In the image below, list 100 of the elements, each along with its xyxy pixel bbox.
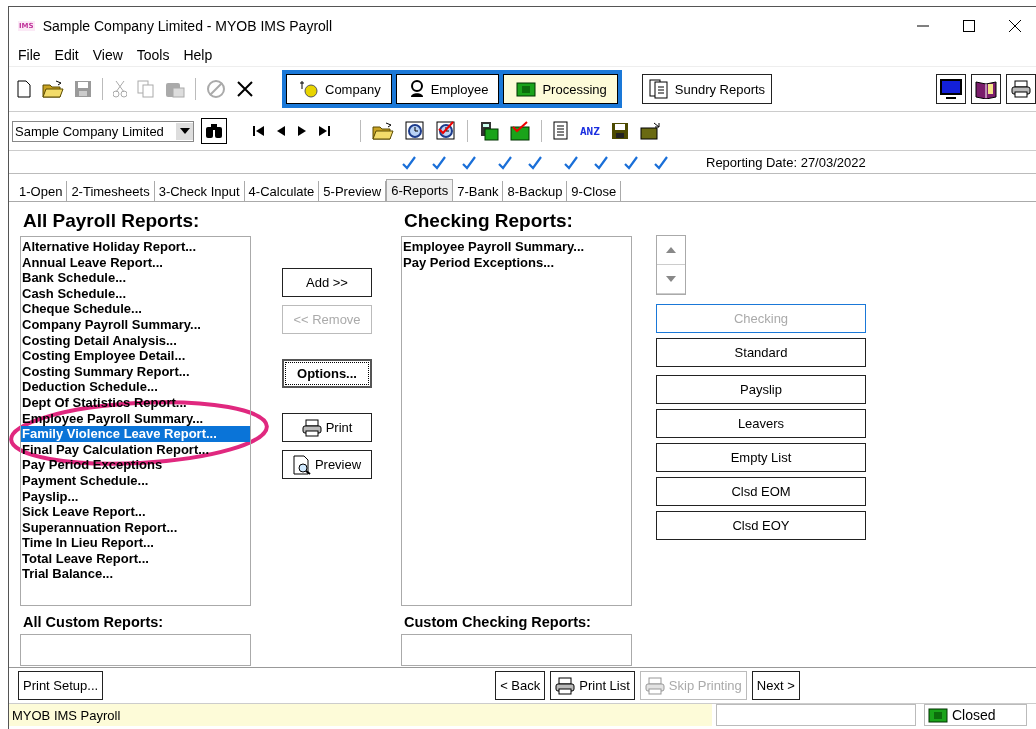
print-button[interactable]: Print	[282, 413, 372, 442]
report-item[interactable]: Cheque Schedule...	[21, 301, 250, 317]
module-button[interactable]: Employee	[395, 74, 500, 104]
printer-icon	[644, 676, 665, 695]
report-list[interactable]: Employee Payroll Summary... Pay Period Exceptions...	[401, 236, 632, 606]
clock-icon[interactable]	[405, 121, 425, 141]
folder-arrow-icon[interactable]	[639, 122, 662, 140]
maximize-icon[interactable]	[962, 18, 976, 33]
action-button[interactable]: Options...	[282, 359, 372, 388]
checkmark-icon	[462, 156, 476, 170]
report-item[interactable]: Superannuation Report...	[21, 519, 250, 536]
filter-button[interactable]: Leavers	[656, 409, 866, 438]
checkmark-icon	[528, 156, 542, 170]
report-item[interactable]: Company Payroll Summary...	[21, 316, 250, 333]
action-button[interactable]: < Back	[495, 671, 546, 700]
report-item[interactable]: Payslip...	[21, 488, 250, 505]
report-item[interactable]: Pay Period Exceptions...	[402, 254, 631, 271]
binoculars-icon	[205, 123, 223, 139]
list-heading: Custom Checking Reports:	[403, 614, 592, 632]
sundry-reports-button[interactable]: Sundry Reports	[641, 74, 773, 104]
report-item[interactable]: Costing Employee Detail...	[21, 348, 250, 364]
company-dropdown[interactable]: Sample Company Limited	[12, 120, 194, 142]
menu-item[interactable]: File	[11, 47, 48, 63]
checkmark-icon	[624, 156, 638, 170]
step-tab[interactable]: 3-Check Input	[154, 181, 245, 201]
report-item[interactable]: Alternative Holiday Report...	[21, 239, 250, 255]
next-icon[interactable]	[297, 126, 307, 136]
report-item[interactable]: Time In Lieu Report...	[21, 535, 250, 551]
save-icon[interactable]	[610, 122, 629, 140]
menu-item[interactable]: Edit	[47, 47, 86, 63]
folder-icon[interactable]	[42, 80, 64, 98]
close-icon[interactable]	[236, 80, 254, 98]
find-button[interactable]	[201, 118, 227, 144]
report-item[interactable]: Family Violence Leave Report...	[21, 426, 250, 442]
checkmark-icon	[654, 156, 668, 170]
report-item[interactable]: Final Pay Calculation Report...	[21, 441, 250, 458]
step-tab[interactable]: 4-Calculate	[244, 181, 320, 201]
step-tab[interactable]: 9-Close	[567, 181, 622, 201]
menu-item[interactable]: Tools	[129, 47, 177, 63]
report-item[interactable]: Payment Schedule...	[21, 472, 250, 489]
monitor-button[interactable]	[936, 74, 966, 104]
bank-label[interactable]: ANZ	[580, 124, 600, 138]
filter-button[interactable]: Clsd EOM	[656, 477, 866, 506]
preview-button[interactable]: Preview	[282, 450, 372, 479]
report-item[interactable]: Costing Detail Analysis...	[21, 332, 250, 349]
documents-icon	[648, 79, 671, 99]
module-button[interactable]: Processing	[503, 74, 618, 104]
action-button[interactable]: Print Setup...	[18, 671, 104, 700]
printer-icon	[555, 676, 576, 695]
calculator-money-icon[interactable]	[479, 121, 499, 141]
window-title: Sample Company Limited - MYOB IMS Payroll	[42, 17, 333, 34]
report-item[interactable]: Employee Payroll Summary...	[402, 239, 631, 255]
print-button[interactable]: Print List	[550, 671, 635, 700]
filter-button[interactable]: Clsd EOY	[656, 511, 866, 540]
report-item[interactable]: Sick Leave Report...	[21, 504, 250, 520]
report-item[interactable]: Costing Summary Report...	[21, 363, 250, 380]
status-state: Closed	[952, 707, 996, 723]
new-file-icon[interactable]	[16, 80, 32, 98]
money-icon[interactable]	[928, 706, 948, 724]
book-icon	[975, 79, 997, 99]
money-icon	[516, 80, 537, 98]
report-item[interactable]: Cash Schedule...	[21, 285, 250, 302]
list-heading: All Payroll Reports:	[22, 210, 201, 233]
previous-icon[interactable]	[276, 126, 286, 136]
dropdown-arrow-icon	[179, 128, 190, 134]
money-check-icon[interactable]	[510, 121, 530, 141]
action-button[interactable]: Next >	[751, 671, 800, 700]
close-icon[interactable]	[1008, 18, 1022, 33]
printer-icon	[1011, 80, 1031, 98]
report-item[interactable]: Bank Schedule...	[21, 270, 250, 286]
last-icon[interactable]	[318, 126, 330, 136]
menu-item[interactable]: Help	[176, 47, 220, 63]
checkmark-icon	[432, 156, 446, 170]
checkmark-icon	[498, 156, 512, 170]
folder-icon[interactable]	[372, 122, 394, 140]
document-icon[interactable]	[553, 121, 569, 141]
clock-check-icon[interactable]	[436, 121, 456, 141]
first-icon[interactable]	[253, 126, 265, 136]
printer-icon	[301, 418, 322, 437]
step-tab[interactable]: 6-Reports	[386, 179, 454, 201]
book-button[interactable]	[971, 74, 1001, 104]
step-tab[interactable]: 8-Backup	[503, 181, 568, 201]
action-button[interactable]: Add >>	[282, 268, 372, 297]
list-heading: All Custom Reports:	[22, 614, 165, 632]
report-list[interactable]	[20, 236, 251, 606]
menu-item[interactable]: View	[85, 47, 130, 63]
filter-button[interactable]: Payslip	[656, 375, 866, 404]
checkmark-icon	[564, 156, 578, 170]
report-item[interactable]: Total Leave Report...	[21, 550, 250, 567]
step-tab[interactable]: 7-Bank	[453, 181, 504, 201]
reporting-date: Reporting Date: 27/03/2022	[706, 155, 866, 170]
report-item[interactable]: Deduction Schedule...	[21, 379, 250, 395]
filter-button[interactable]: Empty List	[656, 443, 866, 472]
step-tab[interactable]: 2-Timesheets	[67, 181, 155, 201]
printer-button[interactable]	[1006, 74, 1036, 104]
report-item[interactable]: Trial Balance...	[21, 566, 250, 583]
step-tab[interactable]: 1-Open	[15, 181, 68, 201]
filter-button[interactable]: Standard	[656, 338, 866, 367]
module-button[interactable]: Company	[286, 74, 392, 104]
report-item[interactable]: Annual Leave Report...	[21, 254, 250, 271]
